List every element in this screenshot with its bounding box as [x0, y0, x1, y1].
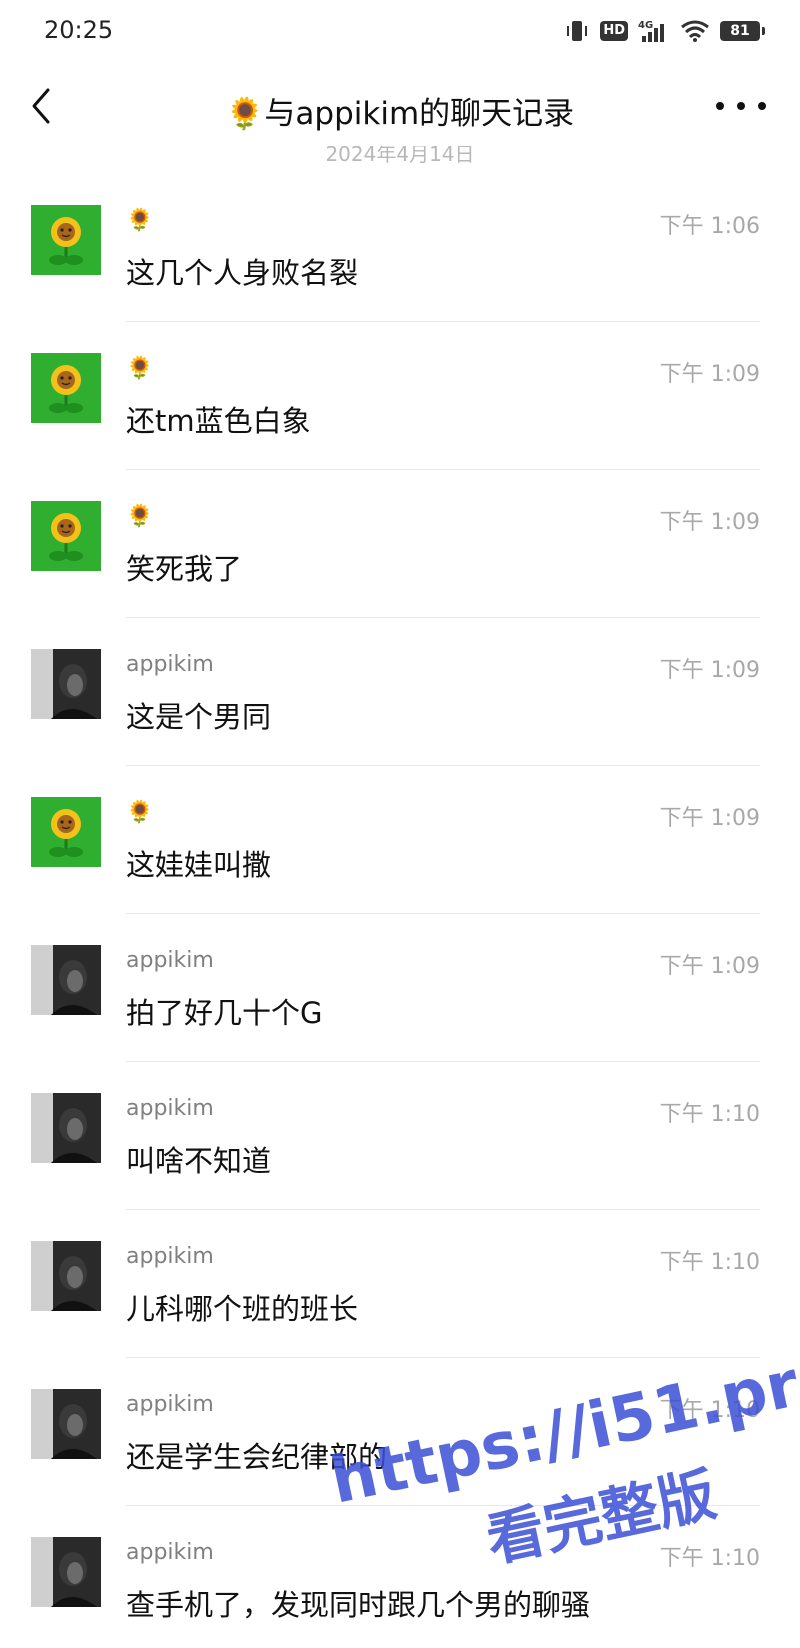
message-item[interactable]: appikim 下午 1:10 还是学生会纪律部的: [0, 1358, 800, 1506]
message-time: 下午 1:06: [659, 214, 760, 239]
person-avatar-icon: [31, 945, 101, 1015]
network-label: 4G: [638, 20, 653, 31]
message-text: 查手机了，发现同时跟几个男的聊骚: [126, 1588, 591, 1622]
message-sender: appikim: [126, 948, 214, 973]
date-divider: 2024年4月14日: [0, 146, 800, 168]
message-time: 下午 1:09: [659, 362, 760, 387]
message-item[interactable]: 🌻 下午 1:09 笑死我了: [0, 470, 800, 618]
message-time: 下午 1:10: [659, 1546, 760, 1571]
message-text: 还是学生会纪律部的: [126, 1440, 388, 1474]
avatar[interactable]: [31, 205, 101, 275]
message-item[interactable]: appikim 下午 1:10 查手机了，发现同时跟几个男的聊骚: [0, 1506, 800, 1648]
message-text: 笑死我了: [126, 552, 243, 586]
signal-icon: 4G: [638, 20, 664, 42]
message-item[interactable]: appikim 下午 1:10 叫啥不知道: [0, 1062, 800, 1210]
message-sender: appikim: [126, 1392, 214, 1417]
status-time: 20:25: [44, 16, 114, 44]
message-sender: appikim: [126, 1096, 214, 1121]
message-text: 这娃娃叫撒: [126, 848, 272, 882]
sunflower-avatar-icon: [31, 797, 101, 867]
title-bar: 🌻与appikim的聊天记录: [0, 64, 800, 154]
page-title: 🌻与appikim的聊天记录: [225, 96, 575, 132]
person-avatar-icon: [31, 1241, 101, 1311]
message-time: 下午 1:10: [659, 1398, 760, 1423]
more-dot: [758, 102, 766, 110]
more-dot: [737, 102, 745, 110]
message-sender: appikim: [126, 1540, 214, 1565]
message-text: 拍了好几十个G: [126, 996, 323, 1030]
status-icons: HD 4G 81: [564, 18, 765, 44]
message-time: 下午 1:09: [659, 658, 760, 683]
message-sender: appikim: [126, 652, 214, 677]
sunflower-avatar-icon: [31, 501, 101, 571]
message-item[interactable]: appikim 下午 1:09 这是个男同: [0, 618, 800, 766]
message-time: 下午 1:09: [659, 510, 760, 535]
date-divider-text: 2024年4月14日: [325, 146, 475, 166]
message-sender: 🌻: [126, 800, 154, 825]
wifi-icon: [681, 20, 709, 42]
avatar[interactable]: [31, 945, 101, 1015]
sunflower-avatar-icon: [31, 353, 101, 423]
message-text: 还tm蓝色白象: [126, 404, 311, 438]
message-text: 这是个男同: [126, 700, 272, 734]
more-button[interactable]: [716, 88, 766, 124]
avatar[interactable]: [31, 649, 101, 719]
message-item[interactable]: appikim 下午 1:09 拍了好几十个G: [0, 914, 800, 1062]
person-avatar-icon: [31, 1389, 101, 1459]
message-sender: 🌻: [126, 356, 154, 381]
message-text: 儿科哪个班的班长: [126, 1292, 359, 1326]
message-item[interactable]: 🌻 下午 1:09 还tm蓝色白象: [0, 322, 800, 470]
battery-icon: 81: [720, 21, 765, 41]
more-dots-icon: [716, 102, 724, 110]
message-text: 这几个人身败名裂: [126, 256, 359, 290]
sunflower-avatar-icon: [31, 205, 101, 275]
avatar[interactable]: [31, 1389, 101, 1459]
avatar[interactable]: [31, 797, 101, 867]
person-avatar-icon: [31, 649, 101, 719]
person-avatar-icon: [31, 1537, 101, 1607]
message-sender: 🌻: [126, 504, 154, 529]
message-list: 🌻 下午 1:06 这几个人身败名裂 🌻 下午 1:09 还tm蓝色白象 🌻 下…: [0, 174, 800, 1648]
avatar[interactable]: [31, 1537, 101, 1607]
message-item[interactable]: 🌻 下午 1:06 这几个人身败名裂: [0, 174, 800, 322]
message-time: 下午 1:09: [659, 806, 760, 831]
message-sender: appikim: [126, 1244, 214, 1269]
message-time: 下午 1:09: [659, 954, 760, 979]
message-item[interactable]: appikim 下午 1:10 儿科哪个班的班长: [0, 1210, 800, 1358]
message-time: 下午 1:10: [659, 1250, 760, 1275]
avatar[interactable]: [31, 1093, 101, 1163]
avatar[interactable]: [31, 1241, 101, 1311]
message-time: 下午 1:10: [659, 1102, 760, 1127]
person-avatar-icon: [31, 1093, 101, 1163]
avatar[interactable]: [31, 353, 101, 423]
message-sender: 🌻: [126, 208, 154, 233]
avatar[interactable]: [31, 501, 101, 571]
status-bar: 20:25 HD 4G 81: [0, 0, 800, 64]
vibrate-icon: [567, 21, 588, 41]
message-text: 叫啥不知道: [126, 1144, 272, 1178]
message-item[interactable]: 🌻 下午 1:09 这娃娃叫撒: [0, 766, 800, 914]
hd-badge: HD: [600, 21, 628, 41]
